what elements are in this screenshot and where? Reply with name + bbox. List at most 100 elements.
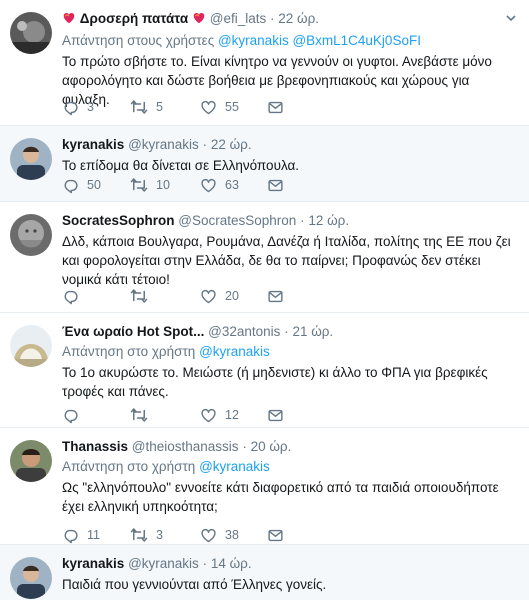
direct-message-button[interactable]	[267, 98, 284, 116]
reply-button[interactable]: 3	[62, 98, 94, 116]
tweet-actions: 3 5 55	[62, 98, 462, 116]
avatar[interactable]	[10, 440, 52, 482]
reply-button[interactable]	[62, 287, 87, 305]
retweet-count: 10	[156, 178, 170, 192]
tweet-text: Παιδιά που γεννιούνται από Έλληνες γονεί…	[62, 577, 327, 592]
direct-message-button[interactable]	[267, 176, 284, 194]
retweet-count: 5	[156, 100, 163, 114]
reply-icon	[62, 99, 79, 116]
reply-prefix: Απάντηση στο χρήστη	[62, 344, 196, 359]
direct-message-icon	[267, 99, 284, 116]
tweet-card[interactable]: Ένα ωραίο Hot Spot... @32antonis · 21 ώρ…	[0, 313, 529, 428]
separator: ·	[270, 11, 275, 26]
reply-prefix: Απάντηση στους χρήστες	[62, 33, 215, 48]
like-button[interactable]: 20	[200, 287, 239, 305]
like-icon	[200, 527, 217, 544]
like-count: 20	[225, 289, 239, 303]
avatar[interactable]	[10, 325, 52, 367]
retweet-icon	[130, 176, 148, 194]
like-count: 63	[225, 178, 239, 192]
separator: ·	[202, 137, 208, 152]
mentioned-users-link[interactable]: @kyranakis @BxmL1C4uKj0SoFI	[218, 33, 421, 48]
tweet-text: Δλδ, κάποια Βουλγαρα, Ρουμάνα, Δανέζα ή …	[62, 234, 511, 287]
timestamp[interactable]: 14 ώρ.	[211, 556, 252, 571]
like-icon	[200, 177, 217, 194]
timestamp[interactable]: 22 ώρ.	[278, 11, 319, 26]
timestamp[interactable]: 12 ώρ.	[308, 213, 349, 228]
direct-message-icon	[267, 177, 284, 194]
user-name[interactable]: Δροσερή πατάτα	[80, 11, 188, 26]
separator: ·	[300, 213, 305, 228]
tweet-card[interactable]: Thanassis @theiosthanassis · 20 ώρ. Απάν…	[0, 428, 529, 545]
like-button[interactable]: 55	[200, 98, 239, 116]
tweet-card[interactable]: Δροσερή πατάτα @efi_lats · 22 ώρ. Απάντη…	[0, 0, 529, 126]
avatar[interactable]	[10, 12, 52, 54]
user-name[interactable]: SocratesSophron	[62, 213, 175, 228]
timestamp[interactable]: 20 ώρ.	[251, 439, 292, 454]
like-button[interactable]: 63	[200, 176, 239, 194]
like-button[interactable]: 12	[200, 406, 239, 424]
retweet-button[interactable]: 10	[130, 176, 170, 194]
reply-context: Απάντηση στους χρήστες @kyranakis @BxmL1…	[62, 32, 519, 50]
reply-button[interactable]	[62, 406, 87, 424]
user-handle[interactable]: @kyranakis	[128, 556, 199, 571]
reply-context: Απάντηση στο χρήστη @kyranakis	[62, 343, 519, 361]
like-count: 55	[225, 100, 239, 114]
retweet-icon	[130, 406, 148, 424]
direct-message-icon	[267, 288, 284, 305]
tweet-actions: 11 3 38	[62, 526, 462, 544]
chevron-down-icon[interactable]	[503, 10, 519, 26]
retweet-button[interactable]	[130, 287, 156, 305]
mentioned-users-link[interactable]: @kyranakis	[199, 459, 270, 474]
like-icon	[200, 99, 217, 116]
tweet-text: Ως "ελληνόπουλο" εννοείτε κάτι διαφορετι…	[62, 480, 499, 514]
reply-prefix: Απάντηση στο χρήστη	[62, 459, 196, 474]
user-handle[interactable]: @theiosthanassis	[132, 439, 239, 454]
tweet-card[interactable]: SocratesSophron @SocratesSophron · 12 ώρ…	[0, 202, 529, 313]
tweet-card[interactable]: kyranakis @kyranakis · 22 ώρ. Το επίδομα…	[0, 126, 529, 202]
direct-message-button[interactable]	[267, 406, 284, 424]
user-handle[interactable]: @kyranakis	[128, 137, 199, 152]
like-icon	[200, 407, 217, 424]
retweet-button[interactable]: 5	[130, 98, 163, 116]
direct-message-icon	[267, 527, 284, 544]
user-name[interactable]: kyranakis	[62, 556, 124, 571]
like-button[interactable]: 38	[200, 526, 239, 544]
user-handle[interactable]: @efi_lats	[210, 11, 266, 26]
avatar[interactable]	[10, 557, 52, 599]
direct-message-button[interactable]	[267, 526, 284, 544]
like-count: 12	[225, 408, 239, 422]
tweet-text: Το 1ο ακυρώστε το. Μειώστε (ή μηδενιστε)…	[62, 365, 488, 399]
separator: ·	[284, 324, 289, 339]
retweet-count: 3	[156, 528, 163, 542]
user-name[interactable]: Ένα ωραίο Hot Spot...	[62, 324, 204, 339]
heart-emoji-icon	[192, 11, 206, 30]
user-name[interactable]: Thanassis	[62, 439, 128, 454]
reply-button[interactable]: 50	[62, 176, 101, 194]
user-name[interactable]: kyranakis	[62, 137, 124, 152]
tweet-actions: 50 10 63	[62, 176, 462, 194]
avatar[interactable]	[10, 138, 52, 180]
tweet-card[interactable]: kyranakis @kyranakis · 14 ώρ. Παιδιά που…	[0, 545, 529, 600]
retweet-icon	[130, 287, 148, 305]
avatar[interactable]	[10, 214, 52, 256]
tweet-text: Το επίδομα θα δίνεται σε Ελληνόπουλα.	[62, 158, 300, 173]
separator: ·	[242, 439, 247, 454]
reply-icon	[62, 527, 79, 544]
retweet-button[interactable]	[130, 406, 156, 424]
like-icon	[200, 288, 217, 305]
user-handle[interactable]: @SocratesSophron	[178, 213, 296, 228]
reply-icon	[62, 177, 79, 194]
reply-icon	[62, 288, 79, 305]
reply-count: 50	[87, 178, 101, 192]
mentioned-users-link[interactable]: @kyranakis	[199, 344, 270, 359]
timestamp[interactable]: 22 ώρ.	[211, 137, 252, 152]
direct-message-button[interactable]	[267, 287, 284, 305]
reply-button[interactable]: 11	[62, 526, 100, 544]
user-handle[interactable]: @32antonis	[208, 324, 280, 339]
reply-count: 11	[87, 528, 100, 542]
timestamp[interactable]: 21 ώρ.	[292, 324, 333, 339]
retweet-icon	[130, 98, 148, 116]
retweet-button[interactable]: 3	[130, 526, 163, 544]
reply-count: 3	[87, 100, 94, 114]
